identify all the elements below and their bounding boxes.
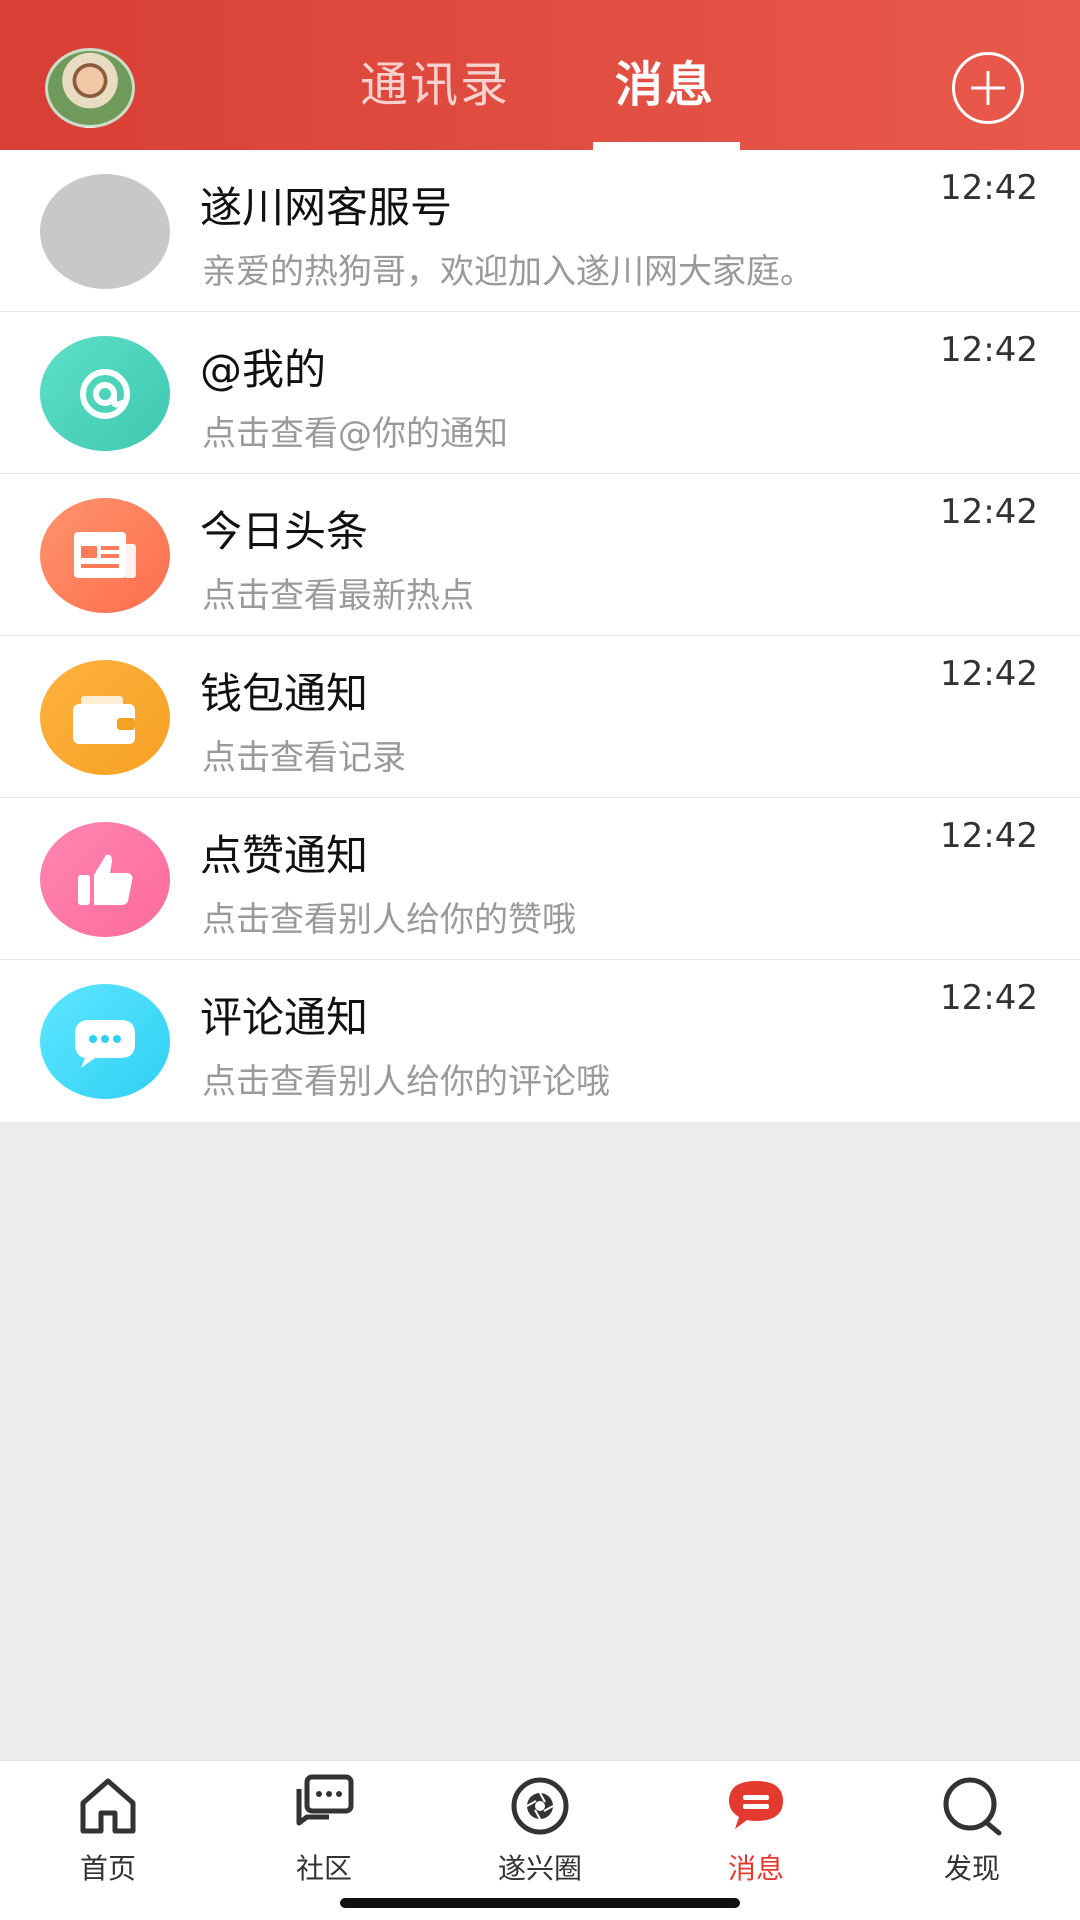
user-avatar[interactable] — [45, 48, 135, 128]
message-time: 12:42 — [940, 330, 1038, 370]
comment-icon — [40, 984, 170, 1099]
bottom-nav: 首页 社区 遂兴圈 消息 发现 — [0, 1760, 1080, 1920]
active-tab-indicator — [593, 142, 740, 150]
nav-label: 社区 — [295, 1852, 352, 1885]
message-subtitle: 点击查看@你的通知 — [202, 414, 508, 454]
message-title: 今日头条 — [200, 507, 369, 556]
message-list: 遂川网客服号 亲爱的热狗哥，欢迎加入遂川网大家庭。 12:42 @我的 点击查看… — [0, 150, 1080, 1122]
message-time: 12:42 — [940, 816, 1038, 856]
nav-discover[interactable]: 发现 — [864, 1771, 1080, 1891]
home-indicator — [340, 1898, 740, 1908]
message-title: 点赞通知 — [200, 831, 369, 880]
message-title: @我的 — [200, 345, 327, 394]
add-button[interactable] — [952, 52, 1024, 124]
message-row-headlines[interactable]: 今日头条 点击查看最新热点 12:42 — [0, 474, 1080, 636]
at-icon — [40, 336, 170, 451]
newspaper-icon — [40, 498, 170, 613]
nav-home[interactable]: 首页 — [0, 1771, 216, 1891]
message-row-comments[interactable]: 评论通知 点击查看别人给你的评论哦 12:42 — [0, 960, 1080, 1122]
message-time: 12:42 — [940, 978, 1038, 1018]
message-row-likes[interactable]: 点赞通知 点击查看别人给你的赞哦 12:42 — [0, 798, 1080, 960]
message-subtitle: 点击查看最新热点 — [202, 576, 474, 616]
message-row-wallet[interactable]: 钱包通知 点击查看记录 12:42 — [0, 636, 1080, 798]
message-subtitle: 点击查看别人给你的赞哦 — [202, 900, 576, 940]
service-avatar — [40, 174, 170, 289]
message-title: 评论通知 — [200, 993, 369, 1042]
nav-label: 首页 — [79, 1852, 136, 1885]
wallet-icon — [40, 660, 170, 775]
camera-aperture-icon — [511, 1777, 569, 1835]
message-subtitle: 亲爱的热狗哥，欢迎加入遂川网大家庭。 — [202, 252, 814, 292]
top-header: 通讯录 消息 — [0, 0, 1080, 150]
message-title: 钱包通知 — [200, 669, 369, 718]
discover-icon — [943, 1777, 1002, 1836]
thumbs-up-icon — [40, 822, 170, 937]
home-icon — [80, 1778, 136, 1834]
message-time: 12:42 — [940, 168, 1038, 208]
message-bubble-icon — [729, 1781, 783, 1829]
message-time: 12:42 — [940, 654, 1038, 694]
app-screen: 通讯录 消息 遂川网客服号 亲爱的热狗哥，欢迎加入遂川网大家庭。 12:42 @… — [0, 0, 1080, 1920]
message-title: 遂川网客服号 — [200, 183, 453, 232]
nav-label: 发现 — [943, 1852, 1000, 1885]
nav-label: 遂兴圈 — [497, 1852, 582, 1885]
nav-community[interactable]: 社区 — [216, 1771, 432, 1891]
community-chat-icon — [296, 1774, 354, 1826]
message-row-service[interactable]: 遂川网客服号 亲爱的热狗哥，欢迎加入遂川网大家庭。 12:42 — [0, 150, 1080, 312]
message-subtitle: 点击查看记录 — [202, 738, 406, 778]
tab-contacts[interactable]: 通讯录 — [360, 55, 510, 115]
tab-messages[interactable]: 消息 — [615, 55, 715, 115]
message-subtitle: 点击查看别人给你的评论哦 — [202, 1062, 610, 1102]
message-row-mentions[interactable]: @我的 点击查看@你的通知 12:42 — [0, 312, 1080, 474]
nav-circle[interactable]: 遂兴圈 — [432, 1771, 648, 1891]
message-time: 12:42 — [940, 492, 1038, 532]
nav-messages[interactable]: 消息 — [648, 1771, 864, 1891]
nav-label: 消息 — [727, 1852, 784, 1885]
